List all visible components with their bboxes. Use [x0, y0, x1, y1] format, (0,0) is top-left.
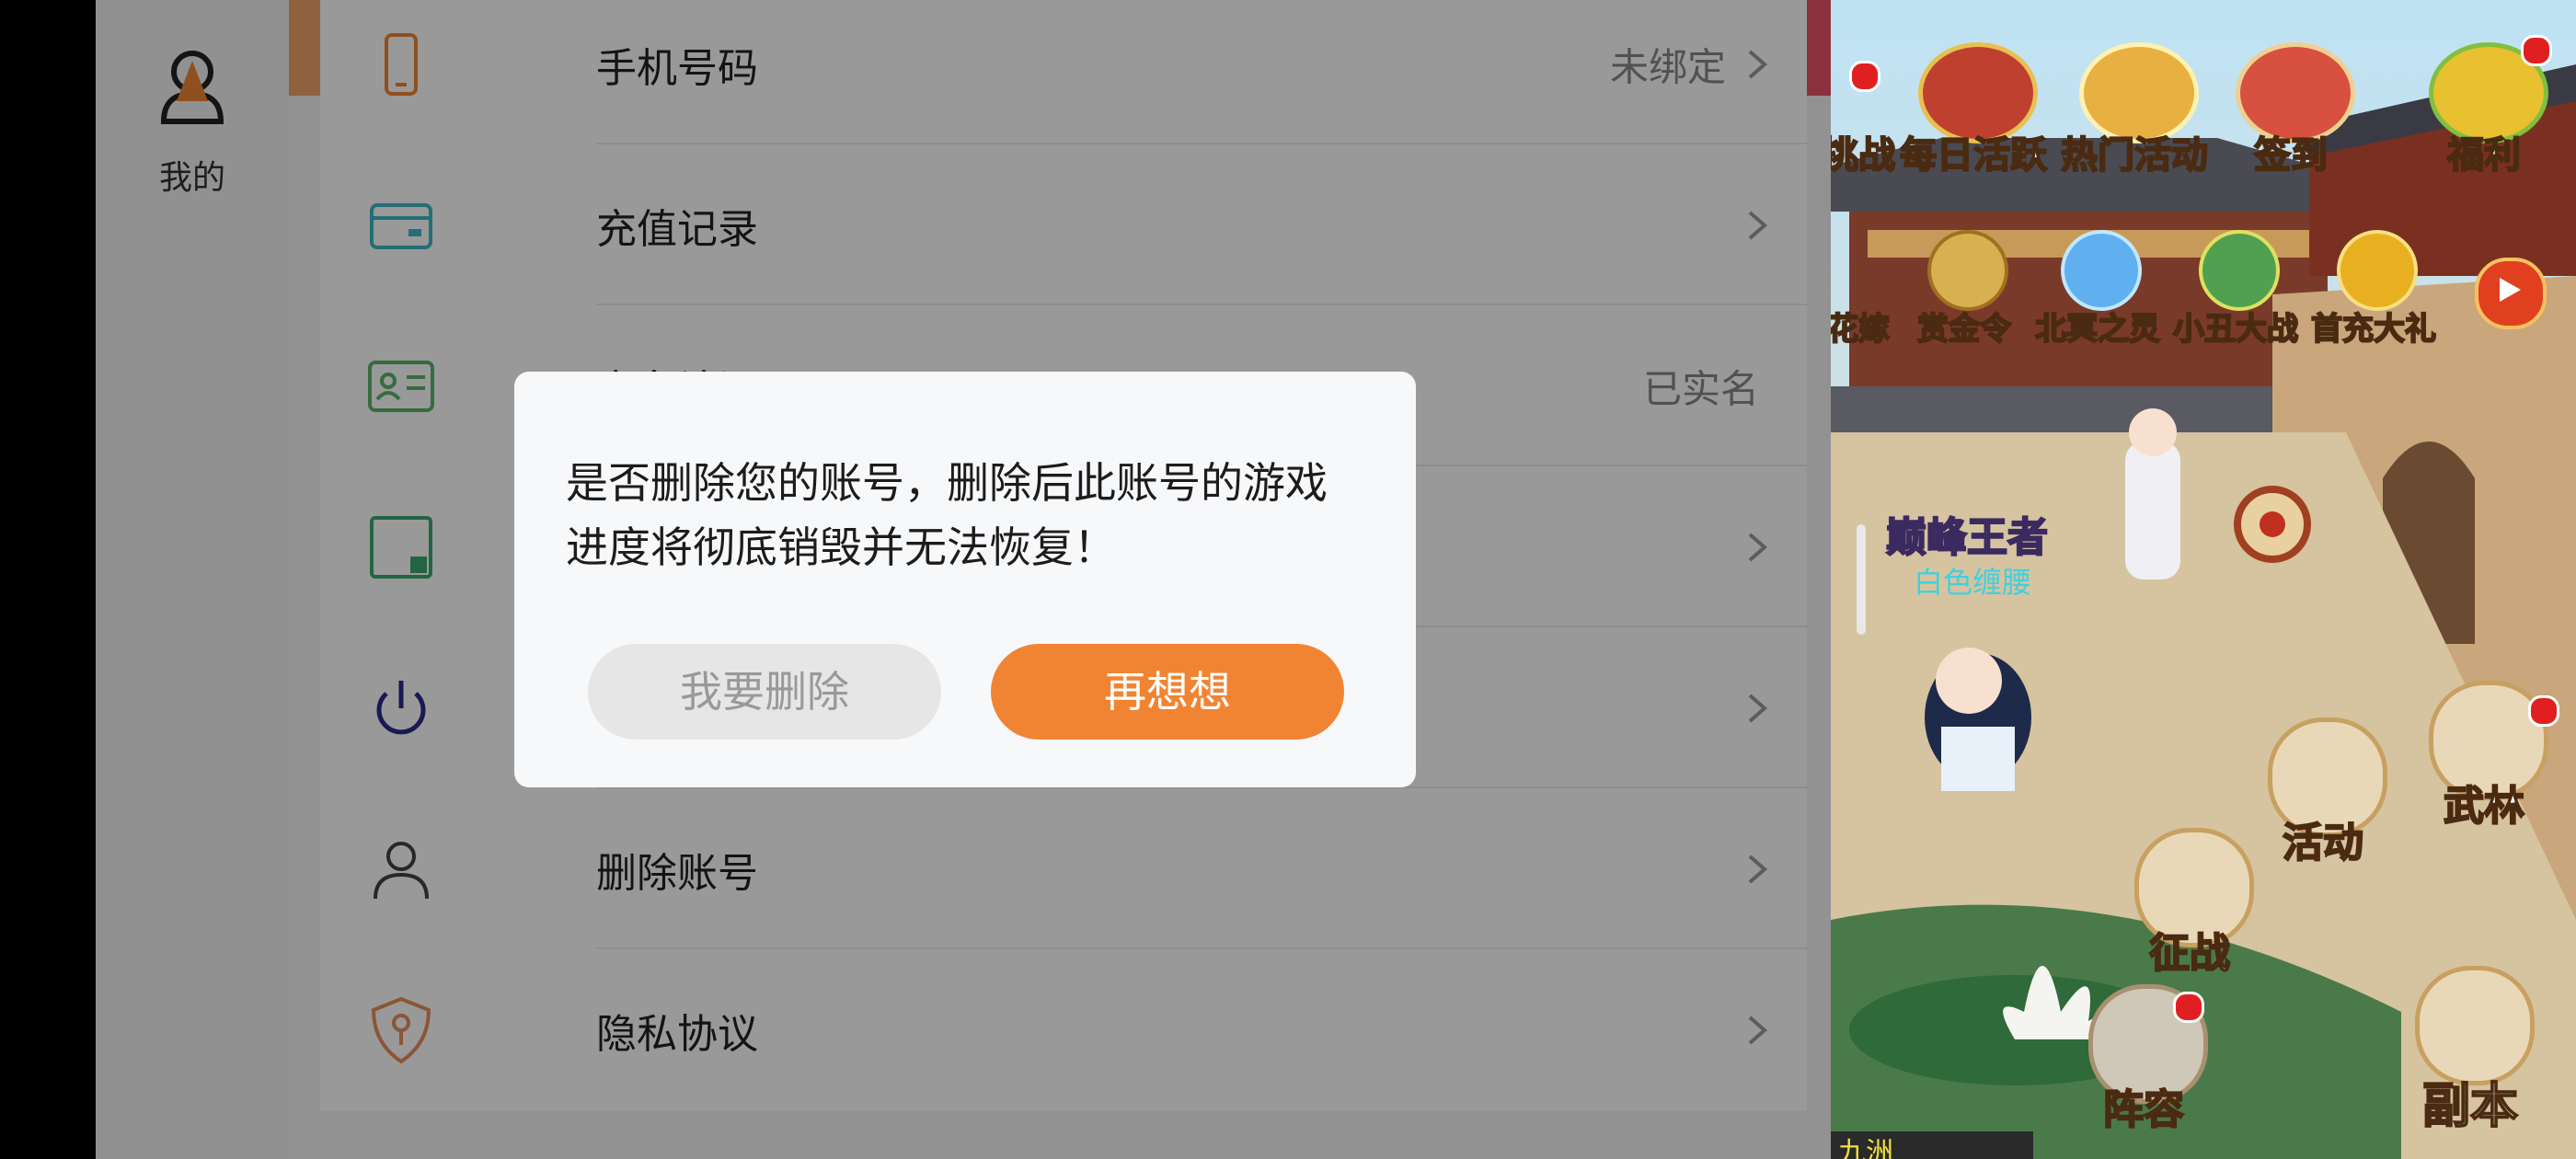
game-button-label: 活动 [2282, 819, 2364, 867]
game-icon-northern-spirit[interactable]: 北冥之灵 [2024, 221, 2171, 350]
left-black-bar [0, 0, 96, 1159]
game-second-icons: 花嫁 赏金令 北冥之灵 小丑大战 首充大礼 [1831, 221, 2576, 350]
game-icon-bounty[interactable]: 赏金令 [1904, 221, 2024, 350]
play-icon [2500, 278, 2521, 302]
game-icon-challenge[interactable]: 挑战 [1831, 28, 1904, 178]
notification-dot [1849, 61, 1880, 92]
game-icon-clown-battle[interactable]: 小丑大战 [2162, 221, 2309, 350]
game-icon-label: 赏金令 [1916, 310, 2012, 349]
game-icon-label: 花嫁 [1831, 310, 1891, 349]
notification-dot [2173, 992, 2204, 1023]
notification-dot [2521, 35, 2552, 66]
confirm-delete-button[interactable]: 我要删除 [588, 644, 941, 740]
notification-dot [2528, 695, 2559, 727]
reconsider-button[interactable]: 再想想 [991, 644, 1344, 740]
game-button-label: 副本 [2421, 1078, 2519, 1135]
game-icon-label: 小丑大战 [2172, 310, 2299, 349]
gift-icon [2337, 230, 2418, 311]
game-icon-label: 热门活动 [2060, 133, 2209, 178]
game-button-label: 武林 [2443, 782, 2525, 831]
player-title: 巅峰王者 [1885, 513, 2049, 562]
game-icon-bride[interactable]: 花嫁 [1831, 221, 1904, 350]
game-top-icons: 挑战 每日活跃 热门活动 签到 福利 [1831, 28, 2576, 178]
account-settings-panel: 我的 手机号码 未绑定 充值记录 已实名 删除账号 隐私协议 是否删除您的账号，… [96, 0, 1831, 1159]
game-icon-daily-active[interactable]: 每日活跃 [1895, 28, 2052, 178]
game-icon-first-recharge[interactable]: 首充大礼 [2300, 221, 2447, 350]
game-button-martial[interactable]: 武林 [2410, 681, 2559, 831]
player-name: 白色缠腰 [1914, 565, 2032, 600]
game-button-campaign[interactable]: 征战 [2116, 828, 2263, 978]
scroll-indicator[interactable] [1857, 524, 1866, 635]
game-button-label: 征战 [2148, 929, 2231, 978]
delete-account-dialog: 是否删除您的账号，删除后此账号的游戏进度将彻底销毁并无法恢复！ 我要删除 再想想 [514, 372, 1416, 787]
game-button-dungeon[interactable]: 副本 [2383, 957, 2558, 1135]
region-label: 九洲 [1838, 1137, 1893, 1159]
game-icon-label: 福利 [2446, 133, 2522, 178]
game-icon-label: 签到 [2253, 133, 2329, 178]
bounty-scroll-icon [1927, 230, 2008, 311]
game-button-activity[interactable]: 活动 [2254, 717, 2392, 867]
game-icon-label: 北冥之灵 [2034, 310, 2161, 349]
dialog-message: 是否删除您的账号，删除后此账号的游戏进度将彻底销毁并无法恢复！ [566, 458, 1328, 572]
game-icon-welfare[interactable]: 福利 [2420, 28, 2552, 178]
game-button-lineup[interactable]: 阵容 [2070, 975, 2217, 1134]
game-icon-sign-in[interactable]: 签到 [2226, 28, 2355, 178]
game-icon-label: 首充大礼 [2310, 310, 2437, 349]
crystal-icon [2061, 230, 2142, 311]
game-scene: 挑战 每日活跃 热门活动 签到 福利 花嫁 赏金令 北冥之灵 小丑大战 首充大礼… [1831, 0, 2576, 1159]
game-icon-label: 每日活跃 [1899, 133, 2048, 178]
game-button-label: 阵容 [2102, 1085, 2185, 1134]
video-play-button[interactable] [2475, 258, 2547, 329]
clown-icon [2199, 230, 2280, 311]
game-icon-hot-events[interactable]: 热门活动 [2052, 28, 2217, 178]
